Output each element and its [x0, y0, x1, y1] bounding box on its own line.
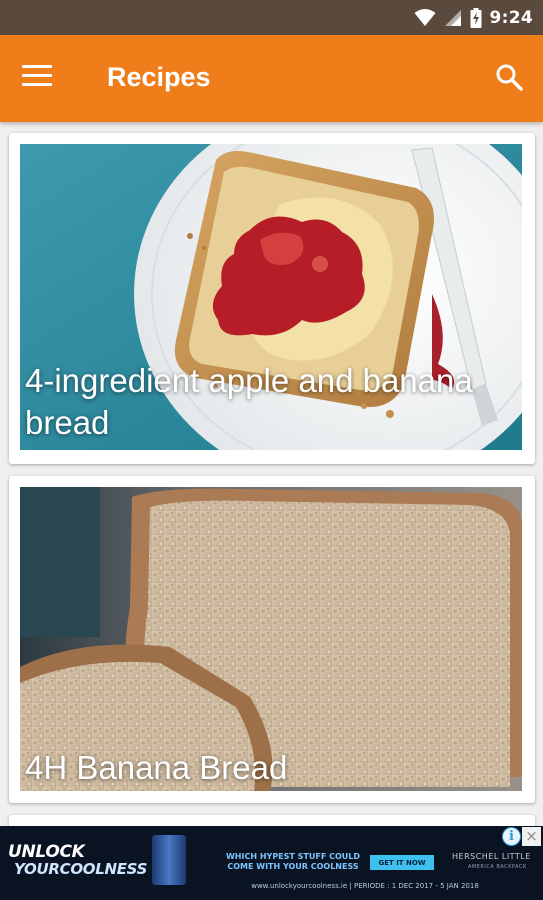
app-bar: Recipes: [0, 35, 543, 122]
ad-brand-sub: AMERICA BACKPACK: [468, 864, 527, 870]
ad-product-image: [152, 835, 186, 885]
ad-banner[interactable]: UNLOCK YOURCOOLNESS WHICH HYPEST STUFF C…: [0, 826, 543, 900]
ad-tagline: WHICH HYPEST STUFF COULD COME WITH YOUR …: [225, 852, 360, 871]
ad-info-icon[interactable]: i: [502, 827, 521, 846]
hamburger-menu-icon[interactable]: [22, 65, 54, 91]
recipe-title: 4H Banana Bread: [25, 749, 288, 786]
ad-footer: www.unlockyourcoolness.ie | PERIODE : 1 …: [251, 882, 479, 890]
status-bar: 9:24: [0, 0, 543, 35]
ad-brand: HERSCHEL LITTLE: [452, 852, 531, 861]
battery-charging-icon: [470, 7, 482, 28]
recipe-card[interactable]: 4-ingredient apple and banana bread: [9, 133, 535, 464]
search-icon[interactable]: [494, 62, 524, 92]
ad-close-icon[interactable]: ×: [522, 827, 541, 846]
recipe-image: [20, 487, 522, 791]
cell-signal-icon: [444, 9, 462, 27]
ad-headline: UNLOCK YOURCOOLNESS: [8, 842, 148, 878]
recipe-card[interactable]: 4H Banana Bread: [9, 476, 535, 803]
page-title: Recipes: [107, 62, 211, 92]
status-time: 9:24: [489, 7, 533, 28]
ad-cta-button[interactable]: GET IT NOW: [370, 855, 434, 870]
recipe-title: 4-ingredient apple and banana bread: [25, 362, 473, 441]
wifi-icon: [414, 8, 436, 27]
